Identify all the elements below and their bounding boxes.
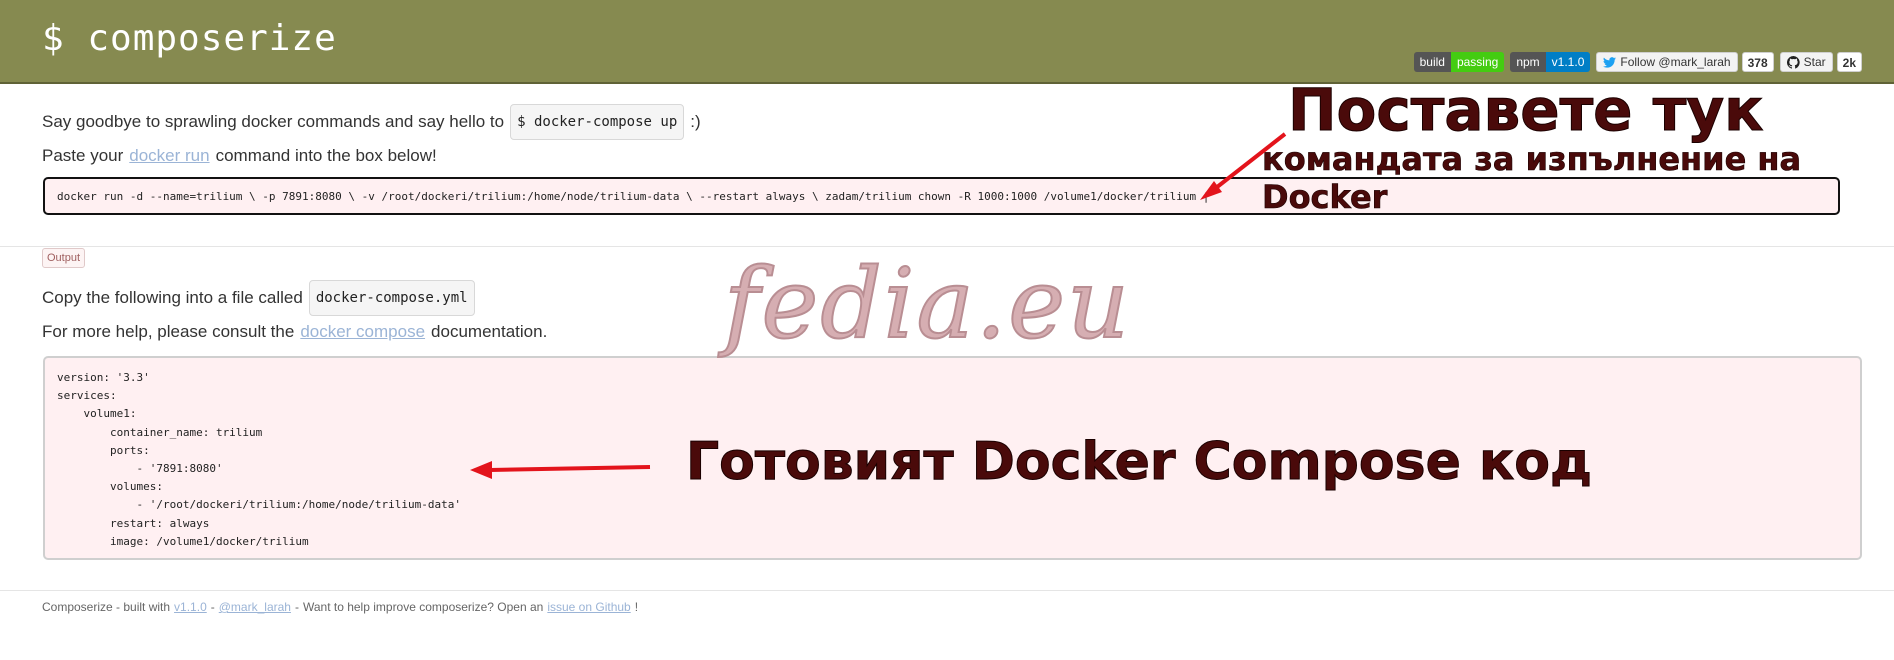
author-link[interactable]: @mark_larah	[219, 600, 291, 614]
twitter-icon	[1603, 56, 1617, 68]
npm-badge[interactable]: npm v1.1.0	[1510, 52, 1591, 72]
twitter-follow[interactable]: Follow @mark_larah 378	[1596, 52, 1774, 72]
output-tab[interactable]: Output	[42, 248, 86, 268]
github-star-button[interactable]: Star	[1779, 52, 1833, 72]
intro-line-1-smile: :)	[690, 112, 701, 131]
intro-line-2-text: Paste your	[42, 146, 124, 165]
github-icon	[1786, 55, 1800, 69]
footer: Composerize - built with v1.1.0 - @mark_…	[42, 600, 638, 614]
footer-text-3: !	[634, 600, 639, 614]
docker-compose-link[interactable]: docker compose	[300, 316, 425, 348]
compose-filename-code: docker-compose.yml	[308, 280, 475, 316]
intro-text: Say goodbye to sprawling docker commands…	[42, 104, 701, 172]
github-star-label: Star	[1803, 55, 1826, 69]
footer-divider	[0, 590, 1894, 591]
intro-line-2-after: command into the box below!	[215, 146, 437, 165]
section-divider	[0, 246, 1894, 247]
npm-badge-version: v1.1.0	[1545, 52, 1591, 72]
version-link[interactable]: v1.1.0	[174, 600, 207, 614]
docker-compose-up-code: $ docker-compose up	[510, 104, 685, 140]
twitter-follow-label: Follow @mark_larah	[1620, 55, 1731, 69]
output-instructions: Copy the following into a file called do…	[42, 280, 547, 348]
intro-line-2: Paste your docker run command into the b…	[42, 140, 701, 172]
output-line-1: Copy the following into a file called do…	[42, 280, 547, 316]
output-line-2: For more help, please consult the docker…	[42, 316, 547, 348]
output-line-2-after: documentation.	[431, 322, 548, 341]
output-line-1-text: Copy the following into a file called	[42, 288, 303, 307]
github-issue-link[interactable]: issue on Github	[547, 600, 630, 614]
top-header: $ composerize build passing npm v1.1.0 F…	[0, 0, 1894, 84]
build-badge-label: build	[1413, 52, 1451, 72]
footer-sep-1: -	[210, 600, 215, 614]
annotation-output: Готовият Docker Compose код	[686, 432, 1593, 493]
footer-text-2: Want to help improve composerize? Open a…	[302, 600, 544, 614]
github-star[interactable]: Star 2k	[1779, 52, 1862, 72]
build-badge-status: passing	[1450, 52, 1505, 72]
annotation-subtitle: командата за изпълнение на Docker	[1262, 140, 1802, 217]
watermark: fedia.eu	[723, 247, 1131, 361]
footer-sep-2: -	[294, 600, 299, 614]
build-badge[interactable]: build passing	[1413, 52, 1505, 72]
intro-line-1-text: Say goodbye to sprawling docker commands…	[42, 112, 505, 131]
twitter-follow-button[interactable]: Follow @mark_larah	[1596, 52, 1738, 72]
output-line-2-text: For more help, please consult the	[42, 322, 295, 341]
annotation-title: Поставете тук	[1288, 76, 1764, 145]
intro-line-1: Say goodbye to sprawling docker commands…	[42, 104, 701, 140]
badge-bar: build passing npm v1.1.0 Follow @mark_la…	[1413, 52, 1862, 72]
npm-badge-label: npm	[1510, 52, 1546, 72]
docker-run-link[interactable]: docker run	[129, 140, 209, 172]
app-title: $ composerize	[42, 18, 337, 59]
footer-text-1: Composerize - built with	[42, 600, 171, 614]
github-star-count: 2k	[1836, 52, 1862, 72]
twitter-follow-count: 378	[1741, 52, 1774, 72]
